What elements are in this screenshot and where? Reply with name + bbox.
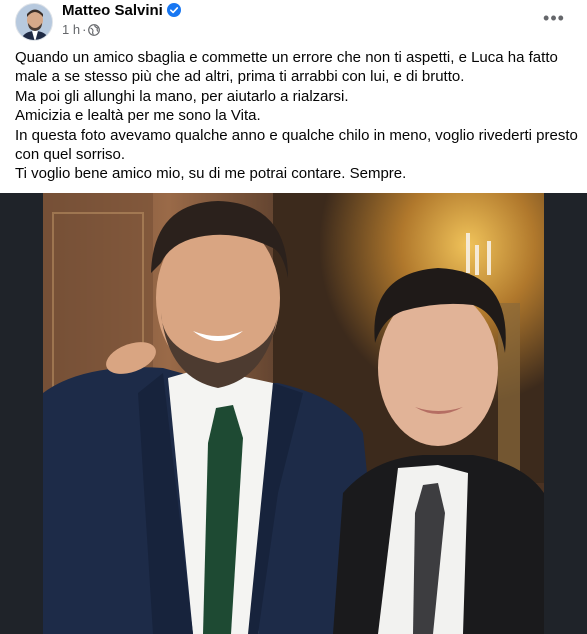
post-meta: 1 h · bbox=[62, 22, 101, 37]
post-paragraph: Ma poi gli allunghi la mano, per aiutarl… bbox=[15, 87, 349, 105]
author-avatar[interactable] bbox=[15, 3, 53, 41]
post-header: Matteo Salvini 1 h · ••• bbox=[0, 0, 587, 44]
post-paragraph: Amicizia e lealtà per me sono la Vita. bbox=[15, 107, 261, 125]
globe-icon[interactable] bbox=[88, 24, 101, 36]
post-photo-container[interactable] bbox=[0, 193, 587, 634]
post-timestamp[interactable]: 1 h bbox=[62, 22, 80, 37]
avatar-image bbox=[16, 4, 52, 40]
post-paragraph: In questa foto avevamo qualche anno e qu… bbox=[15, 126, 578, 164]
verified-badge-icon bbox=[166, 3, 181, 17]
meta-separator: · bbox=[82, 22, 87, 37]
post-photo[interactable] bbox=[43, 193, 544, 634]
more-options-icon[interactable]: ••• bbox=[541, 9, 567, 27]
post-text: Quando un amico sbaglia e commette un er… bbox=[15, 48, 580, 184]
post-paragraph: Quando un amico sbaglia e commette un er… bbox=[15, 49, 558, 86]
post-paragraph: Ti voglio bene amico mio, su di me potra… bbox=[15, 165, 407, 183]
author-name-text[interactable]: Matteo Salvini bbox=[62, 2, 163, 19]
facebook-post: Matteo Salvini 1 h · ••• Quando un amico … bbox=[0, 0, 587, 634]
author-name[interactable]: Matteo Salvini bbox=[62, 2, 181, 19]
